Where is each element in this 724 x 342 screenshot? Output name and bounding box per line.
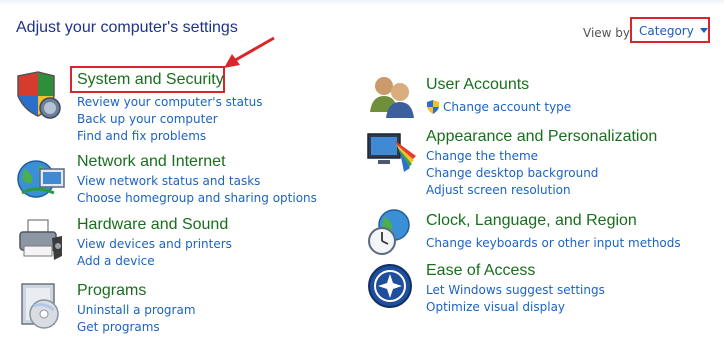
view-by-label: View by: [583,26,634,40]
monitor-palette-icon[interactable] [366,130,418,174]
category-user-accounts: User Accounts Change account type [426,75,571,116]
link-find-fix[interactable]: Find and fix problems [77,128,263,145]
category-clock-region: Clock, Language, and Region Change keybo… [426,211,681,252]
link-review-status[interactable]: Review your computer's status [77,94,263,111]
category-appearance: Appearance and Personalization Change th… [426,127,657,199]
link-devices-printers[interactable]: View devices and printers [77,236,232,253]
ease-of-access-icon[interactable] [366,262,414,310]
link-network-status[interactable]: View network status and tasks [77,173,317,190]
network-globe-icon[interactable] [14,155,68,201]
link-change-account-type[interactable]: Change account type [426,99,571,116]
users-icon[interactable] [366,72,418,120]
category-programs: Programs Uninstall a program Get program… [77,281,196,336]
category-ease-access: Ease of Access Let Windows suggest setti… [426,261,605,316]
category-system-security: System and Security Review your computer… [77,70,263,145]
ease-access-title[interactable]: Ease of Access [426,261,605,281]
clock-region-title[interactable]: Clock, Language, and Region [426,211,681,231]
link-desktop-background[interactable]: Change desktop background [426,165,657,182]
category-network-internet: Network and Internet View network status… [77,152,317,207]
link-get-programs[interactable]: Get programs [77,319,196,336]
link-screen-resolution[interactable]: Adjust screen resolution [426,182,657,199]
shield-icon[interactable] [14,70,62,122]
programs-disc-icon[interactable] [16,280,64,332]
view-by-dropdown[interactable]: Category [639,24,708,38]
link-homegroup[interactable]: Choose homegroup and sharing options [77,190,317,207]
user-accounts-title[interactable]: User Accounts [426,75,571,95]
system-security-title[interactable]: System and Security [77,70,263,90]
page-title: Adjust your computer's settings [16,19,238,36]
category-hardware-sound: Hardware and Sound View devices and prin… [77,215,232,270]
link-suggest-settings[interactable]: Let Windows suggest settings [426,282,605,299]
chevron-down-icon [699,28,708,33]
link-add-device[interactable]: Add a device [77,253,232,270]
link-uninstall[interactable]: Uninstall a program [77,302,196,319]
network-internet-title[interactable]: Network and Internet [77,152,317,172]
appearance-title[interactable]: Appearance and Personalization [426,127,657,147]
top-gradient-bar [0,0,724,6]
view-by-value: Category [639,24,694,38]
link-change-theme[interactable]: Change the theme [426,148,657,165]
link-optimize-display[interactable]: Optimize visual display [426,299,605,316]
link-keyboards[interactable]: Change keyboards or other input methods [426,235,681,252]
hardware-sound-title[interactable]: Hardware and Sound [77,215,232,235]
programs-title[interactable]: Programs [77,281,196,301]
red-arrow-annotation [224,36,275,68]
uac-shield-icon [427,100,439,114]
clock-globe-icon[interactable] [366,207,416,257]
printer-icon[interactable] [14,216,66,264]
link-back-up[interactable]: Back up your computer [77,111,263,128]
